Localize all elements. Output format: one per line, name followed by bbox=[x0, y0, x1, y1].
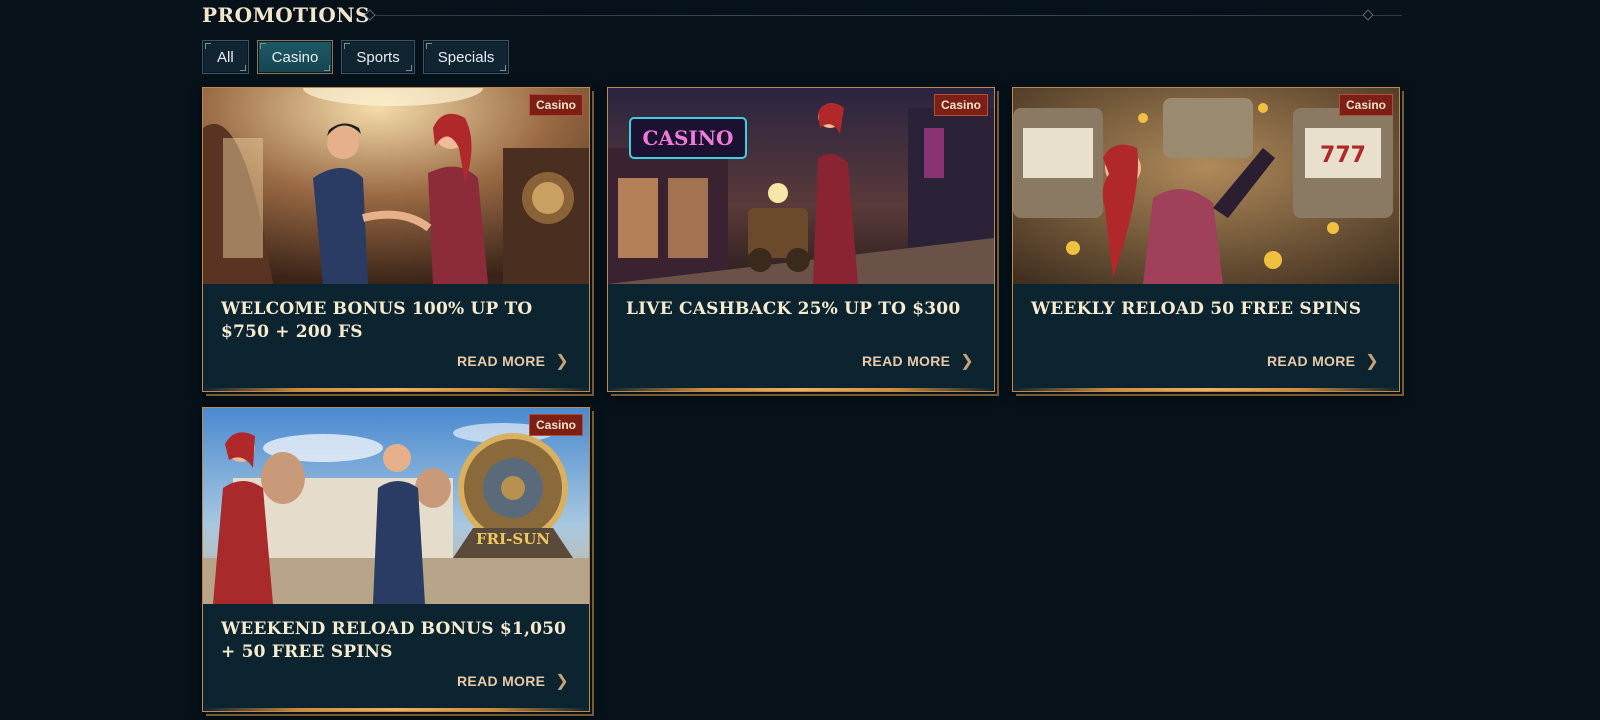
promo-card-weekly-reload[interactable]: 777 Casino WEEKLY RELOAD 50 FREE SPINS R… bbox=[1012, 87, 1400, 392]
read-more-link[interactable]: READ MORE ❯ bbox=[457, 671, 569, 691]
category-badge: Casino bbox=[528, 414, 583, 436]
page-title: PROMOTIONS bbox=[202, 3, 371, 27]
promo-image: 777 Casino bbox=[1013, 88, 1399, 284]
tab-all[interactable]: All bbox=[202, 40, 249, 74]
chevron-right-icon: ❯ bbox=[555, 353, 569, 370]
read-more-link[interactable]: READ MORE ❯ bbox=[457, 351, 569, 371]
fri-sun-sign: FRI-SUN bbox=[476, 530, 550, 548]
promo-image: FRI-SUN Casino bbox=[203, 408, 589, 604]
read-more-link[interactable]: READ MORE ❯ bbox=[862, 351, 974, 371]
svg-text:777: 777 bbox=[1320, 143, 1366, 168]
read-more-label: READ MORE bbox=[457, 353, 546, 369]
chevron-right-icon: ❯ bbox=[960, 353, 974, 370]
filter-tabs: All Casino Sports Specials bbox=[202, 40, 510, 74]
header-divider bbox=[370, 15, 1402, 16]
promo-title: WELCOME BONUS 100% UP TO $750 + 200 FS bbox=[221, 299, 533, 342]
category-badge: Casino bbox=[933, 94, 988, 116]
section-header: PROMOTIONS bbox=[202, 3, 1402, 29]
tab-specials[interactable]: Specials bbox=[422, 40, 510, 74]
category-badge: Casino bbox=[1338, 94, 1393, 116]
promo-image: CASINO Casino bbox=[608, 88, 994, 284]
promo-card-welcome-bonus[interactable]: Casino WELCOME BONUS 100% UP TO $750 + 2… bbox=[202, 87, 590, 392]
diamond-icon bbox=[1362, 9, 1374, 21]
category-badge: Casino bbox=[528, 94, 583, 116]
promo-title: LIVE CASHBACK 25% UP TO $300 bbox=[626, 299, 961, 319]
promo-image: Casino bbox=[203, 88, 589, 284]
casino-sign: CASINO bbox=[629, 117, 747, 159]
chevron-right-icon: ❯ bbox=[555, 673, 569, 690]
tab-sports[interactable]: Sports bbox=[341, 40, 415, 74]
chevron-right-icon: ❯ bbox=[1365, 353, 1379, 370]
read-more-label: READ MORE bbox=[1267, 353, 1356, 369]
promo-title: WEEKEND RELOAD BONUS $1,050 + 50 FREE SP… bbox=[221, 619, 567, 662]
svg-text:CASINO: CASINO bbox=[643, 126, 734, 150]
promo-card-live-cashback[interactable]: CASINO Casino LIVE CASHBACK 25% UP TO $3… bbox=[607, 87, 995, 392]
promo-card-weekend-reload[interactable]: FRI-SUN Casino WEEKEND RELOAD BONUS $1,0… bbox=[202, 407, 590, 712]
tab-casino[interactable]: Casino bbox=[256, 40, 334, 74]
read-more-link[interactable]: READ MORE ❯ bbox=[1267, 351, 1379, 371]
read-more-label: READ MORE bbox=[457, 673, 546, 689]
read-more-label: READ MORE bbox=[862, 353, 951, 369]
promo-title: WEEKLY RELOAD 50 FREE SPINS bbox=[1031, 299, 1362, 319]
